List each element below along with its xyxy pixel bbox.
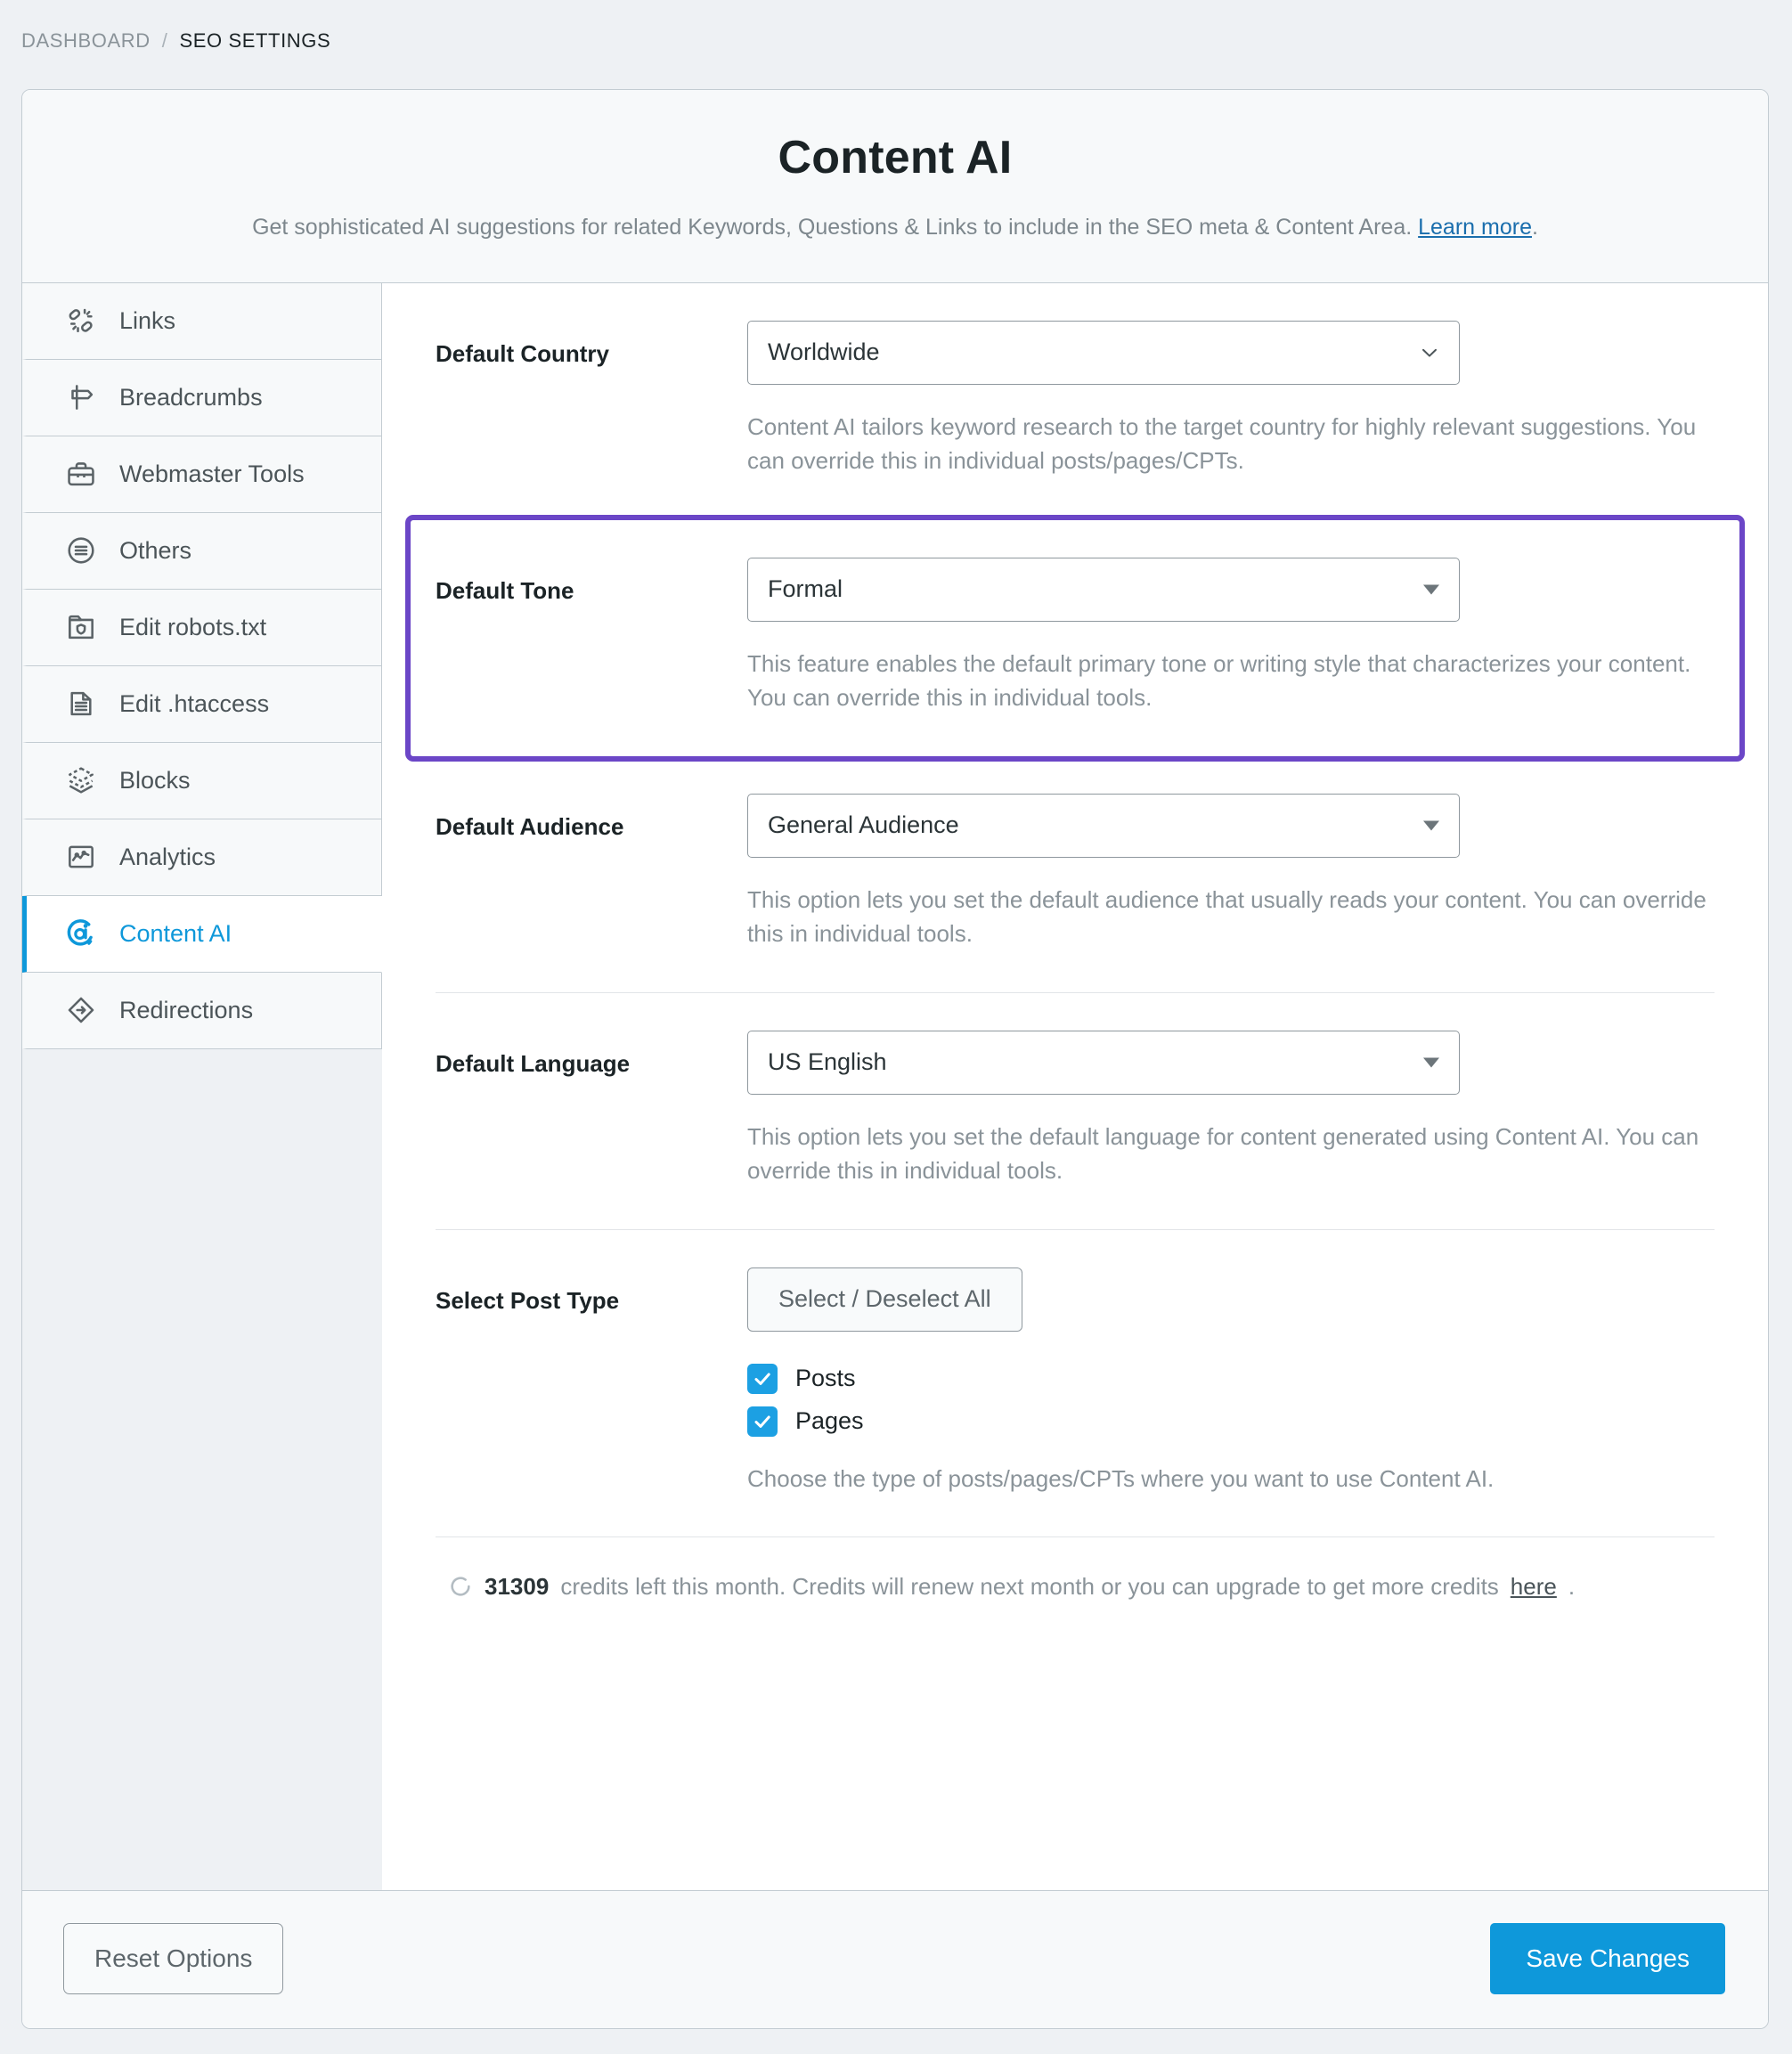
redirect-diamond-icon bbox=[64, 993, 98, 1027]
sidebar-item-label: Edit .htaccess bbox=[119, 689, 270, 717]
default-language-select[interactable]: US English bbox=[747, 1030, 1460, 1095]
briefcase-icon bbox=[64, 457, 98, 491]
default-country-select[interactable]: Worldwide bbox=[747, 320, 1460, 385]
save-changes-button[interactable]: Save Changes bbox=[1490, 1923, 1725, 1994]
select-post-type-label: Select Post Type bbox=[436, 1286, 620, 1314]
sidebar-item-label: Breadcrumbs bbox=[119, 383, 263, 411]
checkbox-checked-icon[interactable] bbox=[747, 1363, 778, 1394]
sidebar-item-edit-robots[interactable]: Edit robots.txt bbox=[22, 589, 382, 666]
sidebar-item-redirections[interactable]: Redirections bbox=[22, 972, 382, 1049]
sidebar-item-label: Content AI bbox=[119, 919, 232, 947]
breadcrumb-dashboard[interactable]: DASHBOARD bbox=[21, 29, 151, 53]
sidebar-item-webmaster-tools[interactable]: Webmaster Tools bbox=[22, 436, 382, 513]
sidebar-item-label: Links bbox=[119, 306, 176, 334]
credits-amount: 31309 bbox=[485, 1572, 550, 1600]
default-audience-value: General Audience bbox=[768, 811, 959, 839]
sidebar-item-label: Blocks bbox=[119, 766, 191, 794]
post-type-label: Posts bbox=[795, 1365, 856, 1391]
field-default-audience: Default Audience General Audience This o… bbox=[436, 756, 1715, 993]
reset-options-button[interactable]: Reset Options bbox=[63, 1923, 284, 1994]
credits-upgrade-link[interactable]: here bbox=[1511, 1573, 1557, 1601]
page-title: Content AI bbox=[778, 132, 1013, 183]
credits-text: credits left this month. Credits will re… bbox=[560, 1572, 1499, 1600]
sidebar-item-label: Edit robots.txt bbox=[119, 613, 267, 640]
layers-icon bbox=[64, 763, 98, 797]
field-default-language: Default Language US English This option … bbox=[436, 993, 1715, 1230]
field-default-tone: Default Tone Formal This feature enables… bbox=[405, 514, 1745, 762]
select-deselect-all-button[interactable]: Select / Deselect All bbox=[747, 1267, 1022, 1332]
credits-refresh-icon bbox=[451, 1577, 470, 1597]
analytics-chart-icon bbox=[64, 840, 98, 874]
page-description-text: Get sophisticated AI suggestions for rel… bbox=[252, 215, 1413, 240]
signpost-icon bbox=[64, 380, 98, 414]
default-audience-select[interactable]: General Audience bbox=[747, 793, 1460, 858]
folder-shield-icon bbox=[64, 610, 98, 644]
card-footer: Reset Options Save Changes bbox=[22, 1890, 1768, 2028]
sidebar-item-analytics[interactable]: Analytics bbox=[22, 819, 382, 896]
default-country-label: Default Country bbox=[436, 339, 609, 367]
sidebar-item-label: Analytics bbox=[119, 843, 216, 870]
links-icon bbox=[64, 304, 98, 338]
breadcrumb-current: SEO SETTINGS bbox=[179, 29, 331, 52]
default-tone-help: This feature enables the default primary… bbox=[747, 649, 1691, 712]
post-type-checkbox-posts[interactable]: Posts bbox=[747, 1363, 1715, 1394]
sidebar-item-content-ai[interactable]: Content AI bbox=[22, 895, 382, 973]
page-description-period: . bbox=[1531, 215, 1538, 240]
breadcrumb-separator: / bbox=[161, 29, 168, 52]
settings-content: Default Country Worldwide Content AI tai… bbox=[382, 282, 1768, 1890]
caret-down-icon bbox=[1423, 584, 1439, 595]
default-language-label: Default Language bbox=[436, 1049, 631, 1077]
sidebar-item-edit-htaccess[interactable]: Edit .htaccess bbox=[22, 665, 382, 743]
credits-period: . bbox=[1568, 1572, 1576, 1600]
sidebar-item-blocks[interactable]: Blocks bbox=[22, 742, 382, 819]
caret-down-icon bbox=[1423, 1057, 1439, 1068]
sidebar-item-label: Webmaster Tools bbox=[119, 460, 305, 487]
sidebar-item-others[interactable]: Others bbox=[22, 512, 382, 590]
post-type-checkbox-list: Posts Pages bbox=[747, 1363, 1715, 1437]
chevron-down-icon bbox=[1421, 348, 1438, 357]
post-type-label: Pages bbox=[795, 1407, 864, 1434]
default-language-help: This option lets you set the default lan… bbox=[747, 1122, 1699, 1185]
default-audience-label: Default Audience bbox=[436, 812, 624, 840]
select-post-type-help: Choose the type of posts/pages/CPTs wher… bbox=[747, 1464, 1495, 1492]
sidebar-item-links[interactable]: Links bbox=[22, 282, 382, 360]
field-default-country: Default Country Worldwide Content AI tai… bbox=[436, 283, 1715, 520]
breadcrumb: DASHBOARD / SEO SETTINGS bbox=[21, 29, 330, 53]
default-tone-value: Formal bbox=[768, 575, 843, 603]
caret-down-icon bbox=[1423, 820, 1439, 831]
circle-list-icon bbox=[64, 534, 98, 567]
page-description: Get sophisticated AI suggestions for rel… bbox=[58, 213, 1732, 243]
default-language-value: US English bbox=[768, 1048, 887, 1076]
default-tone-label: Default Tone bbox=[436, 576, 574, 604]
content-ai-icon bbox=[64, 917, 98, 950]
sidebar-item-breadcrumbs[interactable]: Breadcrumbs bbox=[22, 359, 382, 436]
field-select-post-type: Select Post Type Select / Deselect All P… bbox=[436, 1230, 1715, 1536]
file-lines-icon bbox=[64, 687, 98, 721]
settings-sidebar: Links Breadcrumbs Webmaster Tools Others… bbox=[22, 282, 382, 1890]
sidebar-item-label: Redirections bbox=[119, 996, 254, 1023]
sidebar-item-label: Others bbox=[119, 536, 192, 564]
learn-more-link[interactable]: Learn more bbox=[1418, 215, 1532, 240]
card-header: Content AI Get sophisticated AI suggesti… bbox=[22, 90, 1768, 283]
default-country-value: Worldwide bbox=[768, 338, 880, 366]
credits-status: 31309 credits left this month. Credits w… bbox=[436, 1536, 1715, 1640]
post-type-checkbox-pages[interactable]: Pages bbox=[747, 1406, 1715, 1437]
settings-card: Content AI Get sophisticated AI suggesti… bbox=[21, 89, 1769, 2029]
default-tone-select[interactable]: Formal bbox=[747, 557, 1460, 622]
default-country-help: Content AI tailors keyword research to t… bbox=[747, 412, 1697, 475]
default-audience-help: This option lets you set the default aud… bbox=[747, 885, 1706, 948]
checkbox-checked-icon[interactable] bbox=[747, 1406, 778, 1437]
